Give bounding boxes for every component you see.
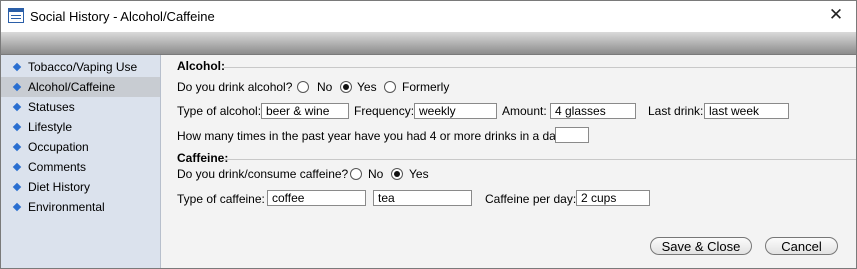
- diamond-icon: [12, 202, 22, 212]
- alcohol-type-label: Type of alcohol:: [177, 104, 262, 118]
- caffeine-no-label: No: [368, 167, 384, 181]
- diamond-icon: [12, 142, 22, 152]
- close-icon[interactable]: ✕: [824, 4, 848, 26]
- window-title: Social History - Alcohol/Caffeine: [30, 9, 215, 24]
- caffeine-question: Do you drink/consume caffeine?: [177, 167, 349, 181]
- sidebar-item-tobacco-vaping[interactable]: Tobacco/Vaping Use: [1, 57, 160, 77]
- amount-field[interactable]: [550, 103, 636, 119]
- main-panel: Alcohol: Do you drink alcohol? No Yes Fo…: [161, 55, 856, 268]
- form-icon: [8, 8, 24, 23]
- binge-count-field[interactable]: [555, 127, 589, 143]
- alcohol-heading: Alcohol:: [177, 59, 225, 73]
- diamond-icon: [12, 82, 22, 92]
- diamond-icon: [12, 62, 22, 72]
- sidebar: Tobacco/Vaping Use Alcohol/Caffeine Stat…: [1, 55, 161, 268]
- save-close-button[interactable]: Save & Close: [650, 237, 752, 255]
- alcohol-no-label: No: [317, 80, 333, 94]
- sidebar-item-label: Tobacco/Vaping Use: [28, 60, 138, 74]
- divider: [224, 159, 856, 160]
- alcohol-question: Do you drink alcohol?: [177, 80, 293, 94]
- sidebar-item-lifestyle[interactable]: Lifestyle: [1, 117, 160, 137]
- last-drink-field[interactable]: [704, 103, 789, 119]
- diamond-icon: [12, 122, 22, 132]
- sidebar-item-label: Diet History: [28, 180, 91, 194]
- alcohol-yes-radio[interactable]: [340, 81, 352, 93]
- caffeine-type-label: Type of caffeine:: [177, 192, 265, 206]
- sidebar-item-label: Lifestyle: [28, 120, 73, 134]
- frequency-label: Frequency:: [354, 104, 415, 118]
- sidebar-item-comments[interactable]: Comments: [1, 157, 160, 177]
- sidebar-item-label: Comments: [28, 160, 87, 174]
- diamond-icon: [12, 102, 22, 112]
- alcohol-no-radio[interactable]: [297, 81, 309, 93]
- binge-question: How many times in the past year have you…: [177, 129, 569, 143]
- caffeine-no-radio[interactable]: [350, 168, 362, 180]
- frequency-field[interactable]: [414, 103, 497, 119]
- alcohol-formerly-radio[interactable]: [384, 81, 396, 93]
- dialog-window: Social History - Alcohol/Caffeine ✕ Toba…: [0, 0, 857, 269]
- cancel-button[interactable]: Cancel: [765, 237, 838, 255]
- alcohol-type-field[interactable]: [261, 103, 349, 119]
- divider: [224, 67, 856, 68]
- sidebar-item-diet-history[interactable]: Diet History: [1, 177, 160, 197]
- sidebar-item-label: Environmental: [28, 200, 105, 214]
- sidebar-item-environmental[interactable]: Environmental: [1, 197, 160, 217]
- caffeine-type-field-1[interactable]: [267, 190, 366, 206]
- header-band: [1, 32, 856, 55]
- alcohol-formerly-label: Formerly: [402, 80, 450, 94]
- sidebar-item-statuses[interactable]: Statuses: [1, 97, 160, 117]
- caffeine-yes-radio[interactable]: [391, 168, 403, 180]
- caffeine-type-field-2[interactable]: [373, 190, 472, 206]
- sidebar-item-occupation[interactable]: Occupation: [1, 137, 160, 157]
- last-drink-label: Last drink:: [648, 104, 704, 118]
- sidebar-item-label: Occupation: [28, 140, 89, 154]
- diamond-icon: [12, 182, 22, 192]
- caffeine-per-day-field[interactable]: [576, 190, 650, 206]
- amount-label: Amount:: [502, 104, 547, 118]
- alcohol-yes-label: Yes: [357, 80, 377, 94]
- sidebar-item-alcohol-caffeine[interactable]: Alcohol/Caffeine: [1, 77, 160, 97]
- diamond-icon: [12, 162, 22, 172]
- sidebar-item-label: Alcohol/Caffeine: [28, 80, 116, 94]
- sidebar-item-label: Statuses: [28, 100, 75, 114]
- caffeine-heading: Caffeine:: [177, 151, 229, 165]
- caffeine-yes-label: Yes: [409, 167, 429, 181]
- title-bar: Social History - Alcohol/Caffeine ✕: [1, 1, 856, 31]
- caffeine-per-day-label: Caffeine per day:: [485, 192, 577, 206]
